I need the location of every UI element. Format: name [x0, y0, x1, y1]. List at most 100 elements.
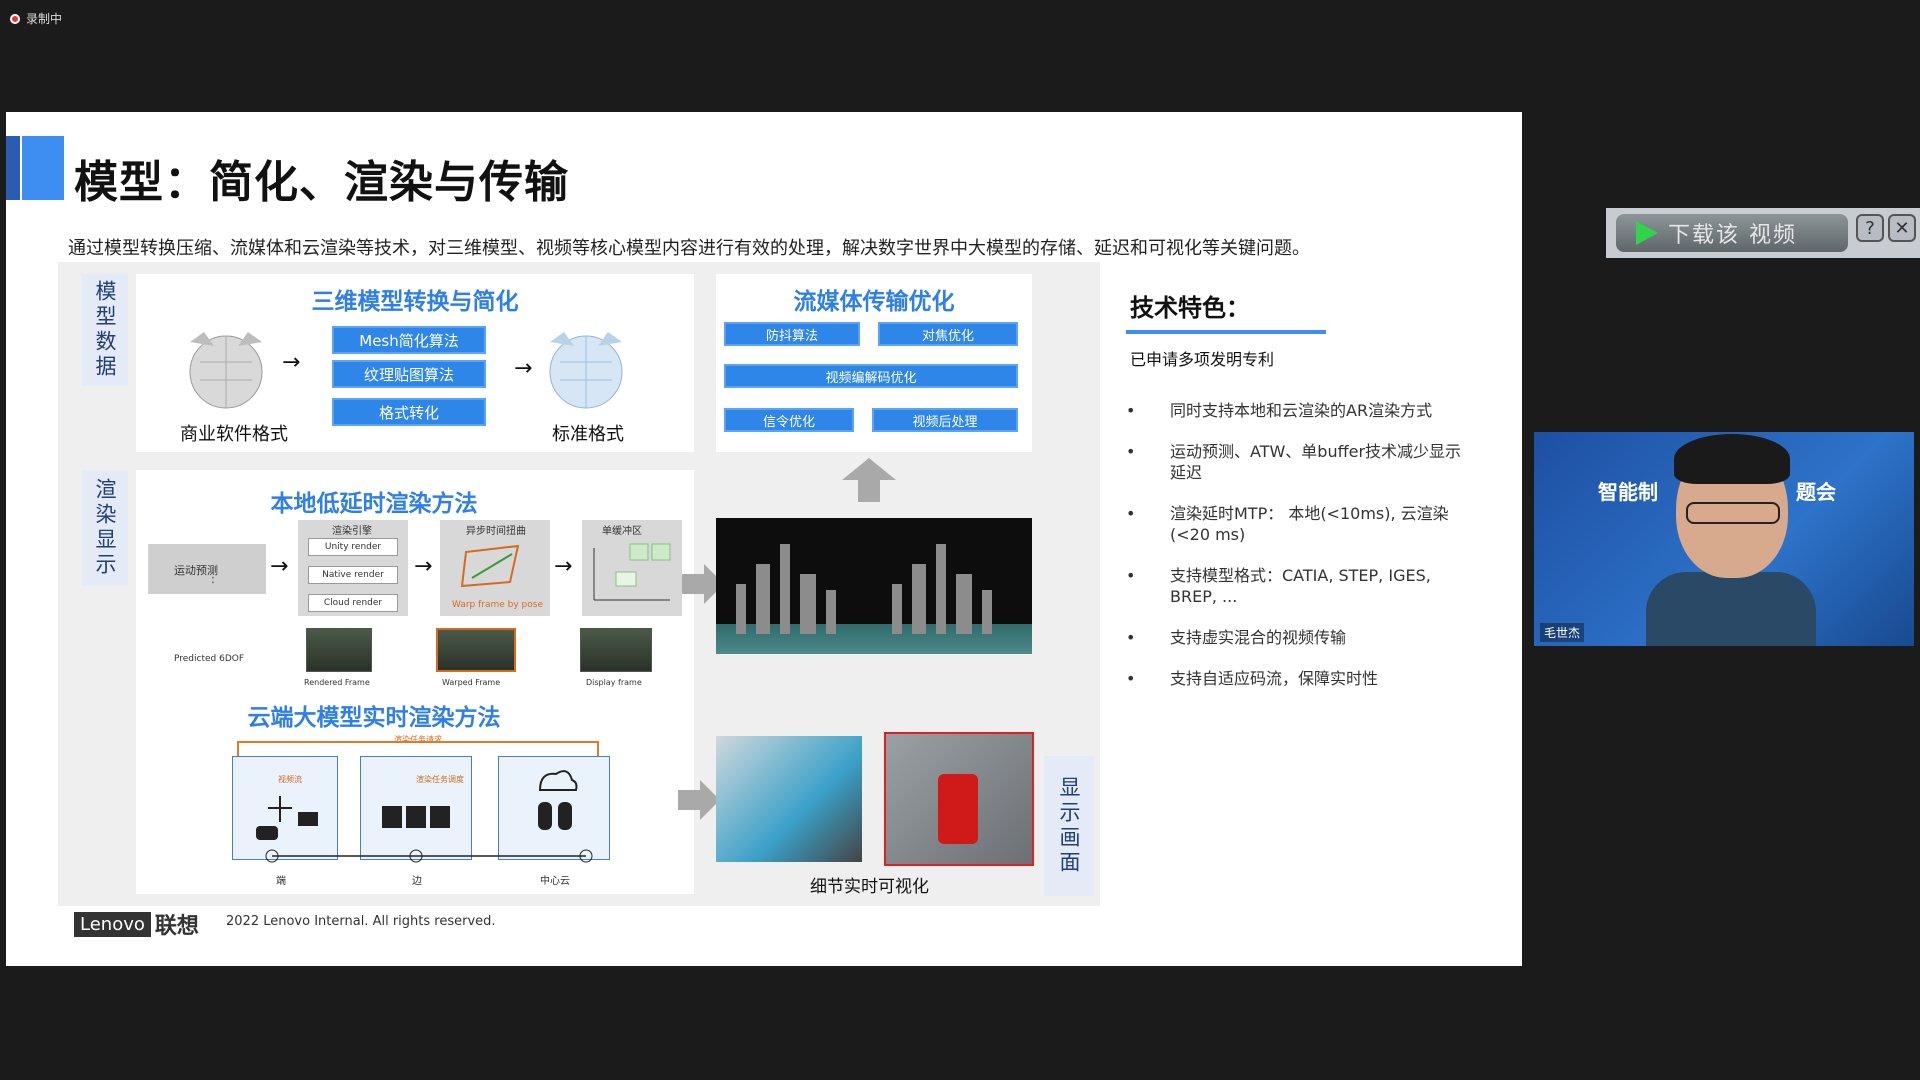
commercial-format-caption: 商业软件格式 [180, 424, 288, 445]
edge-node-label: 边 [412, 876, 422, 887]
machine-detail-image [884, 732, 1034, 866]
cloud-node-label: 中心云 [540, 876, 570, 887]
building [826, 590, 836, 634]
feature-item: 支持模型格式：CATIA, STEP, IGES, BREP, ... [1126, 565, 1466, 607]
device-node-label: 端 [276, 876, 286, 887]
render-display-label: 渲染显示 [82, 470, 128, 586]
display-frame-label: Display frame [586, 678, 642, 687]
building [956, 574, 972, 634]
feature-item: 支持自适应码流，保障实时性 [1126, 668, 1466, 689]
arrow-right-icon: → [554, 554, 573, 579]
cloud-render-item: Cloud render [308, 594, 398, 612]
footer-copyright: 2022 Lenovo Internal. All rights reserve… [226, 914, 496, 929]
cloud-render-title: 云端大模型实时渲染方法 [247, 705, 501, 731]
features-list: 同时支持本地和云渲染的AR渲染方式 运动预测、ATW、单buffer技术减少显示… [1126, 400, 1466, 709]
lenovo-logo: Lenovo 联想 [74, 908, 199, 940]
render-methods-box: 本地低延时渲染方法 运动预测 → 渲染引擎 Unity render Nativ… [136, 470, 694, 894]
features-underline [1126, 330, 1326, 334]
cow-model-icon [189, 332, 263, 409]
speaker-name: 毛世杰 [1540, 623, 1585, 642]
video-stream-note: 视频流 [278, 775, 302, 784]
vr-headset-icon [256, 796, 318, 840]
codec-optimize-step: 视频编解码优化 [724, 364, 1018, 388]
cow-simplified-icon [549, 332, 623, 409]
native-render-item: Native render [308, 566, 398, 584]
speaker-avatar [1646, 432, 1816, 646]
building [936, 544, 946, 634]
model-conversion-box: 三维模型转换与简化 → Mesh简化算法 纹理贴图算法 格式转化 → 商业软件格… [136, 274, 694, 452]
anti-shake-step: 防抖算法 [724, 322, 860, 346]
predicted-6dof-label: Predicted 6DOF [174, 654, 245, 664]
focus-optimize-step: 对焦优化 [878, 322, 1018, 346]
detail-visualization-caption: 细节实时可视化 [810, 877, 929, 897]
dashed-connector: ⋮ [206, 570, 220, 586]
standard-format-caption: 标准格式 [552, 424, 624, 445]
lenovo-logo-text: Lenovo [74, 911, 151, 937]
machine-overview-image [716, 736, 862, 862]
lenovo-logo-cn: 联想 [154, 914, 199, 939]
webcam-feed: 智能制 题会 毛世杰 [1534, 432, 1914, 646]
detail-highlight [938, 774, 978, 844]
rendered-frame-thumbnail [306, 628, 372, 672]
play-icon [1636, 221, 1658, 245]
feature-item: 运动预测、ATW、单buffer技术减少显示延迟 [1126, 441, 1466, 483]
arrow-right-icon: → [270, 554, 289, 579]
display-frame-thumbnail [580, 628, 652, 672]
arrow-right-icon: → [282, 350, 301, 375]
warped-frame-label: Warped Frame [442, 678, 501, 687]
recording-label: 录制中 [26, 12, 63, 26]
building [892, 584, 902, 634]
feature-item: 同时支持本地和云渲染的AR渲染方式 [1126, 400, 1466, 421]
async-timewarp-title: 异步时间扭曲 [466, 526, 526, 537]
render-schedule-note: 渲染任务调度 [416, 775, 464, 784]
local-render-title: 本地低延时渲染方法 [270, 491, 478, 517]
building [800, 574, 816, 634]
features-title: 技术特色： [1130, 294, 1250, 322]
feature-item: 支持虚实混合的视频传输 [1126, 627, 1466, 648]
speaker-shirt [1646, 572, 1816, 646]
slide-subtitle: 通过模型转换压缩、流媒体和云渲染等技术，对三维模型、视频等核心模型内容进行有效的… [68, 238, 1310, 259]
format-convert-step: 格式转化 [332, 398, 486, 426]
unity-render-item: Unity render [308, 538, 398, 556]
single-buffer-title: 单缓冲区 [602, 526, 642, 537]
warped-frame-thumbnail [436, 628, 516, 672]
streaming-box: 流媒体传输优化 防抖算法 对焦优化 视频编解码优化 信令优化 视频后处理 [716, 274, 1032, 452]
request-arrow [237, 741, 599, 756]
model-conversion-title: 三维模型转换与简化 [311, 289, 519, 315]
download-video-label: 下载该 视频 [1668, 223, 1797, 248]
slide-title: 模型：简化、渲染与传输 [74, 157, 569, 208]
presentation-slide: 模型：简化、渲染与传输 通过模型转换压缩、流媒体和云渲染等技术，对三维模型、视频… [6, 112, 1522, 966]
close-button[interactable]: ✕ [1888, 214, 1916, 242]
diagram-panel: 模型数据 三维模型转换与简化 → Mesh简化算法 纹理贴图算法 格式转化 → … [58, 262, 1100, 906]
building [780, 544, 790, 634]
rendered-frame-label: Rendered Frame [304, 678, 370, 687]
cloud-database-icon [538, 770, 578, 830]
video-postprocess-step: 视频后处理 [872, 408, 1018, 432]
model-data-label: 模型数据 [82, 274, 128, 386]
building [982, 590, 992, 634]
signaling-optimize-step: 信令优化 [724, 408, 854, 432]
title-accent-bar [6, 136, 20, 200]
warp-diagram-icon [460, 544, 520, 588]
arrow-right-icon: → [514, 356, 533, 381]
building [756, 564, 770, 634]
building [912, 564, 926, 634]
record-dot-icon [10, 13, 20, 24]
warp-note: Warp frame by pose [452, 600, 544, 610]
speaker-glasses [1686, 502, 1780, 524]
network-line [265, 849, 593, 863]
arrow-right-icon: → [414, 554, 433, 579]
mesh-simplify-step: Mesh简化算法 [332, 326, 486, 354]
speaker-hair [1674, 434, 1790, 484]
download-toolbar: 下载该 视频 ? ✕ [1606, 208, 1920, 258]
download-video-button[interactable]: 下载该 视频 [1616, 214, 1848, 252]
texture-map-step: 纹理贴图算法 [332, 360, 486, 388]
building [736, 584, 746, 634]
display-screen-label: 显示画面 [1044, 756, 1094, 896]
server-rack-icon [382, 806, 450, 828]
help-button[interactable]: ? [1856, 214, 1884, 242]
features-subtitle: 已申请多项发明专利 [1130, 350, 1275, 369]
render-engine-title: 渲染引擎 [332, 526, 372, 537]
city-render-screenshot [716, 518, 1032, 654]
right-arrow-icon [678, 780, 720, 820]
